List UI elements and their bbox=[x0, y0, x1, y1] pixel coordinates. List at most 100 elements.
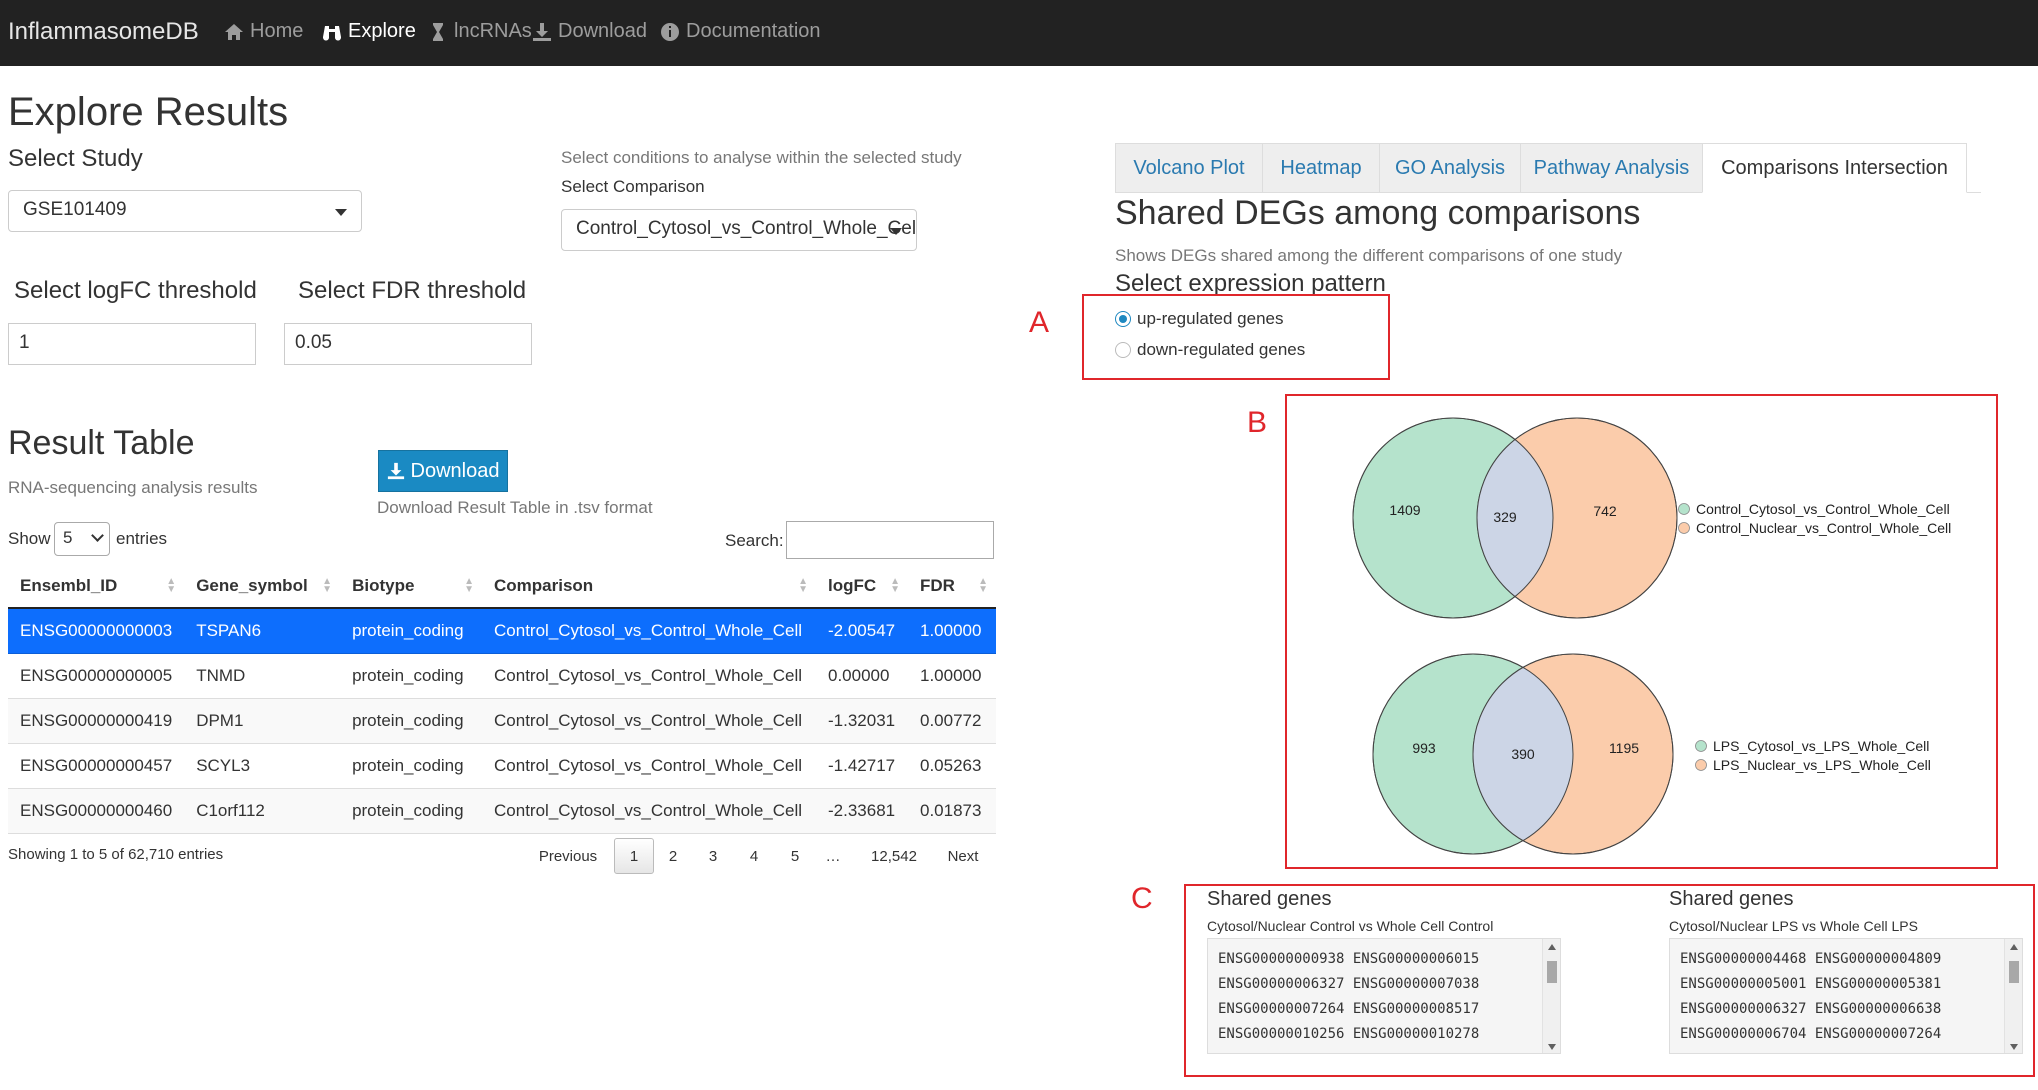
venn-count-shared: 329 bbox=[1493, 509, 1517, 525]
column-header[interactable]: FDR ▲ ▼ bbox=[907, 564, 996, 609]
study-select[interactable]: GSE101409 bbox=[8, 190, 362, 232]
scroll-thumb[interactable] bbox=[1547, 961, 1557, 983]
pagination-page[interactable]: 3 bbox=[700, 838, 726, 874]
column-header[interactable]: Comparison ▲ ▼ bbox=[482, 564, 816, 609]
annotation-box-a bbox=[1082, 294, 1390, 380]
nav-download[interactable]: Download bbox=[532, 20, 647, 43]
table-row[interactable]: ENSG00000000460 C1orf112 protein_coding … bbox=[8, 788, 996, 834]
radio-down-regulated[interactable]: down-regulated genes bbox=[1115, 340, 1305, 360]
pagination-page[interactable]: 12,542 bbox=[864, 838, 924, 874]
caret-down-icon bbox=[335, 209, 347, 216]
column-header[interactable]: Ensembl_ID ▲ ▼ bbox=[8, 564, 185, 609]
result-table-subtitle: RNA-sequencing analysis results bbox=[8, 478, 258, 497]
page-length-value: 5 bbox=[63, 528, 73, 547]
nav-home[interactable]: Home bbox=[224, 20, 303, 43]
logfc-threshold-input[interactable]: 1 bbox=[8, 323, 256, 365]
download-icon bbox=[387, 462, 404, 480]
sort-icon: ▲ ▼ bbox=[322, 576, 333, 595]
scrollbar[interactable] bbox=[1542, 939, 1560, 1053]
gene-id-line: ENSG00000006327 ENSG00000006638 bbox=[1680, 1001, 1942, 1017]
table-info: Showing 1 to 5 of 62,710 entries bbox=[8, 846, 224, 863]
top-navbar: InflammasomeDB Home Explore lncRNAs Down… bbox=[0, 0, 2038, 66]
table-cell: protein_coding bbox=[340, 608, 483, 654]
table-cell: ENSG00000000460 bbox=[8, 788, 185, 834]
scroll-down-icon[interactable] bbox=[1548, 1044, 1556, 1050]
tab-pathway-analysis[interactable]: Pathway Analysis bbox=[1520, 143, 1703, 193]
column-header[interactable]: logFC ▲ ▼ bbox=[816, 564, 908, 609]
nav-documentation[interactable]: Documentation bbox=[660, 20, 821, 43]
table-cell: ENSG00000000419 bbox=[8, 698, 185, 744]
nav-explore[interactable]: Explore bbox=[322, 20, 416, 43]
tab-comparisons-intersection[interactable]: Comparisons Intersection bbox=[1702, 143, 1967, 193]
comparison-select[interactable]: Control_Cytosol_vs_Control_Whole_Cel bbox=[561, 209, 917, 251]
table-cell: 1.00000 bbox=[907, 608, 996, 654]
table-cell: -1.32031 bbox=[816, 698, 908, 744]
sort-icon: ▲ ▼ bbox=[978, 576, 988, 595]
radio-up-regulated[interactable]: up-regulated genes bbox=[1115, 309, 1284, 329]
annotation-label-a: A bbox=[1029, 306, 1050, 339]
legend-swatch-left bbox=[1695, 740, 1707, 752]
shared-degs-title: Shared DEGs among comparisons bbox=[1115, 194, 1641, 232]
pagination-page[interactable]: 1 bbox=[614, 838, 654, 874]
download-button[interactable]: Download bbox=[378, 450, 508, 492]
table-cell: protein_coding bbox=[340, 743, 483, 789]
nav-lncrnas[interactable]: lncRNAs bbox=[428, 20, 532, 43]
table-cell: -1.42717 bbox=[816, 743, 908, 789]
shared-genes-textarea[interactable]: ENSG00000004468 ENSG00000004809 ENSG0000… bbox=[1669, 938, 2023, 1054]
column-header[interactable]: Biotype ▲ ▼ bbox=[340, 564, 483, 609]
table-cell: 1.00000 bbox=[907, 653, 996, 699]
tab-heatmap[interactable]: Heatmap bbox=[1262, 143, 1380, 193]
table-row[interactable]: ENSG00000000003 TSPAN6 protein_coding Co… bbox=[8, 608, 996, 654]
table-cell: Control_Cytosol_vs_Control_Whole_Cell bbox=[482, 608, 816, 654]
tab-go-analysis[interactable]: GO Analysis bbox=[1379, 143, 1521, 193]
scrollbar[interactable] bbox=[2004, 939, 2022, 1053]
table-cell: Control_Cytosol_vs_Control_Whole_Cell bbox=[482, 743, 816, 789]
fdr-threshold-label: Select FDR threshold bbox=[298, 277, 527, 304]
table-cell: 0.00772 bbox=[907, 698, 996, 744]
pagination-page[interactable]: 4 bbox=[741, 838, 767, 874]
fdr-threshold-input[interactable]: 0.05 bbox=[284, 323, 532, 365]
select-study-label: Select Study bbox=[8, 145, 143, 172]
pagination-next[interactable]: Next bbox=[940, 838, 986, 874]
table-cell: TSPAN6 bbox=[184, 608, 341, 654]
nav-explore-label: Explore bbox=[348, 20, 416, 42]
annotation-label-b: B bbox=[1247, 406, 1268, 439]
pagination-page[interactable]: 5 bbox=[782, 838, 808, 874]
shared-genes-subtitle: Cytosol/Nuclear LPS vs Whole Cell LPS bbox=[1669, 918, 1918, 934]
scroll-down-icon[interactable] bbox=[2010, 1044, 2018, 1050]
brand-logo-text[interactable]: InflammasomeDB bbox=[8, 18, 199, 46]
results-table: Ensembl_ID ▲ ▼ Gene_symbol ▲ ▼ Biotype ▲ ▼ Com… bbox=[8, 564, 996, 834]
gene-id-line: ENSG00000006327 ENSG00000007038 bbox=[1218, 976, 1480, 992]
table-row[interactable]: ENSG00000000457 SCYL3 protein_coding Con… bbox=[8, 743, 996, 789]
table-row[interactable]: ENSG00000000419 DPM1 protein_coding Cont… bbox=[8, 698, 996, 744]
shared-genes-title: Shared genes bbox=[1669, 888, 1794, 910]
shared-genes-textarea[interactable]: ENSG00000000938 ENSG00000006015 ENSG0000… bbox=[1207, 938, 1561, 1054]
tab-volcano-plot[interactable]: Volcano Plot bbox=[1115, 143, 1263, 193]
analysis-tabs: Volcano Plot Heatmap GO Analysis Pathway… bbox=[1115, 143, 1981, 193]
binoculars-icon bbox=[322, 25, 342, 41]
pagination-page[interactable]: 2 bbox=[660, 838, 686, 874]
nav-documentation-label: Documentation bbox=[686, 20, 821, 42]
column-header[interactable]: Gene_symbol ▲ ▼ bbox=[184, 564, 341, 609]
radio-button[interactable] bbox=[1115, 342, 1131, 358]
radio-button[interactable] bbox=[1115, 311, 1131, 327]
table-row[interactable]: ENSG00000000005 TNMD protein_coding Cont… bbox=[8, 653, 996, 699]
nav-lncrnas-label: lncRNAs bbox=[454, 20, 532, 42]
scroll-up-icon[interactable] bbox=[1548, 944, 1556, 950]
logfc-threshold-label: Select logFC threshold bbox=[14, 277, 257, 304]
annotation-label-c: C bbox=[1131, 882, 1153, 915]
pagination-previous[interactable]: Previous bbox=[536, 838, 600, 874]
table-search-input[interactable] bbox=[786, 521, 994, 559]
table-header-row: Ensembl_ID ▲ ▼ Gene_symbol ▲ ▼ Biotype ▲ ▼ Com… bbox=[8, 564, 996, 609]
venn-count-left: 993 bbox=[1412, 740, 1436, 756]
radio-up-label: up-regulated genes bbox=[1137, 309, 1284, 328]
download-hint: Download Result Table in .tsv format bbox=[377, 498, 653, 517]
pagination-ellipsis: … bbox=[825, 847, 841, 865]
gene-id-line: ENSG00000000938 ENSG00000006015 bbox=[1218, 951, 1480, 967]
sort-icon: ▲ ▼ bbox=[890, 576, 900, 595]
venn-count-left: 1409 bbox=[1389, 502, 1420, 518]
legend-label: LPS_Cytosol_vs_LPS_Whole_Cell bbox=[1713, 738, 1929, 754]
scroll-up-icon[interactable] bbox=[2010, 944, 2018, 950]
page-length-select[interactable]: 5 bbox=[54, 522, 110, 556]
scroll-thumb[interactable] bbox=[2009, 961, 2019, 983]
